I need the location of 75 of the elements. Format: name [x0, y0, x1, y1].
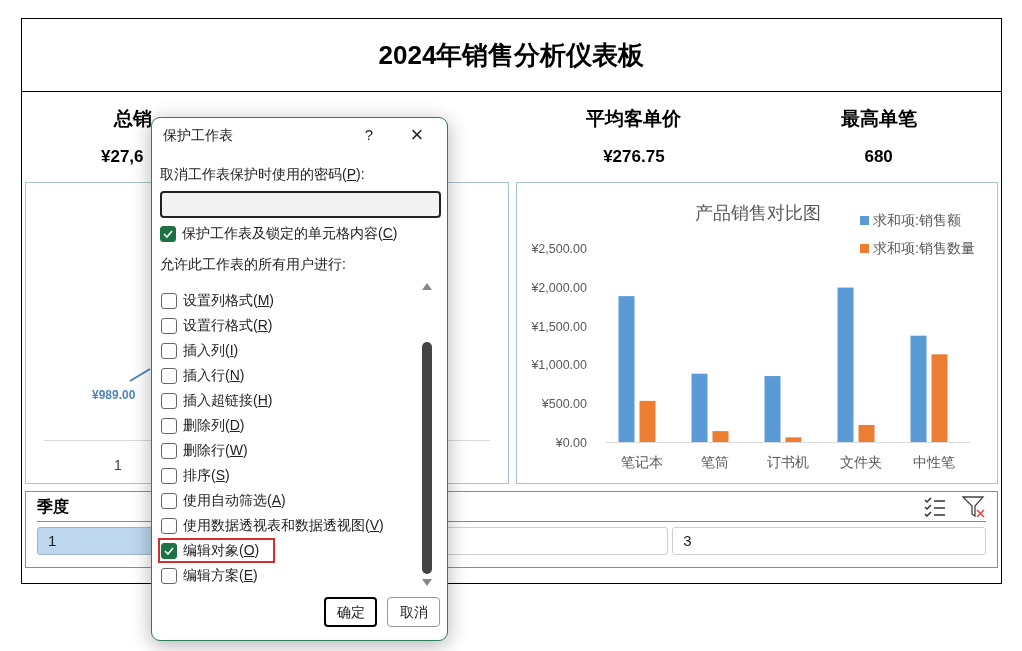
- dialog-title: 保护工作表: [163, 125, 233, 145]
- axis-label: ¥1,000.00: [531, 358, 587, 373]
- checkbox[interactable]: [161, 367, 177, 384]
- bar: [712, 431, 729, 442]
- checkbox-label: 设置列格式(M): [183, 291, 274, 310]
- checkbox[interactable]: [160, 225, 176, 242]
- checkbox-label: 删除列(D): [183, 416, 245, 435]
- chart-line: [129, 368, 151, 382]
- kpi-value: 680: [864, 145, 893, 168]
- checkbox[interactable]: [161, 517, 177, 534]
- legend-label: 求和项:销售数量: [873, 240, 975, 256]
- legend-swatch: [860, 244, 869, 253]
- checkbox-label: 保护工作表及锁定的单元格内容(C): [182, 224, 398, 243]
- axis-label: ¥0.00: [555, 436, 587, 450]
- legend-swatch: [860, 216, 869, 225]
- checkbox-label: 排序(S): [183, 466, 230, 485]
- check-icon: [164, 546, 174, 555]
- bar: [785, 437, 802, 442]
- scroll-thumb[interactable]: [422, 342, 432, 574]
- checkbox[interactable]: [161, 442, 177, 459]
- help-button[interactable]: ?: [357, 123, 381, 147]
- kpi-value: ¥276.75: [603, 145, 665, 168]
- close-button[interactable]: ×: [405, 124, 429, 146]
- dashboard-title: 2024年销售分析仪表板: [378, 38, 645, 72]
- axis-label: ¥1,500.00: [531, 319, 587, 334]
- axis-label: 订书机: [766, 454, 809, 470]
- password-field[interactable]: [160, 191, 441, 218]
- checkbox[interactable]: [161, 417, 177, 434]
- kpi-label: 平均客单价: [586, 107, 682, 131]
- axis-label: 1: [114, 456, 122, 475]
- legend-label: 求和项:销售额: [873, 212, 961, 228]
- checkbox-label: 插入列(I): [183, 341, 239, 360]
- checkbox[interactable]: [161, 342, 177, 359]
- slicer-title: 季度: [37, 496, 69, 517]
- password-label: 取消工作表保护时使用的密码(P):: [160, 165, 366, 184]
- check-icon: [163, 229, 173, 238]
- kpi-label: 总销: [114, 107, 152, 131]
- checkbox-label: 删除行(W): [183, 441, 248, 460]
- kpi-label: 最高单笔: [840, 107, 917, 131]
- permissions-label: 允许此工作表的所有用户进行:: [160, 255, 347, 274]
- checkbox[interactable]: [161, 292, 177, 309]
- axis-label: 文件夹: [839, 454, 882, 470]
- ok-button[interactable]: 确定: [324, 597, 377, 627]
- scroll-up-icon[interactable]: [421, 282, 433, 290]
- checkbox-label: 插入超链接(H): [183, 391, 273, 410]
- data-label: ¥989.00: [92, 387, 136, 404]
- axis-label: ¥2,500.00: [531, 242, 587, 256]
- axis-label: ¥500.00: [541, 397, 587, 412]
- checkbox[interactable]: [161, 492, 177, 509]
- cancel-button[interactable]: 取消: [387, 597, 440, 627]
- axis-label: 中性笔: [912, 454, 955, 470]
- chart-title: 产品销售对比图: [695, 203, 821, 223]
- checkbox[interactable]: [161, 317, 177, 334]
- checkbox-label: 使用数据透视表和数据透视图(V): [183, 516, 384, 535]
- checkbox[interactable]: [161, 542, 177, 559]
- bar: [691, 373, 708, 442]
- clear-filter-icon[interactable]: [962, 495, 986, 518]
- slicer-item[interactable]: 3: [672, 527, 986, 555]
- axis-label: 笔记本: [620, 454, 663, 470]
- checkbox-label: 插入行(N): [183, 366, 245, 385]
- checkbox-label: 设置行格式(R): [183, 316, 273, 335]
- axis-label: ¥2,000.00: [531, 280, 587, 295]
- bar: [858, 424, 875, 442]
- checkbox[interactable]: [161, 392, 177, 409]
- bar: [639, 400, 656, 442]
- checkbox-label: 编辑方案(E): [183, 566, 258, 585]
- multi-select-icon[interactable]: [924, 496, 946, 517]
- scroll-down-icon[interactable]: [421, 579, 433, 587]
- checkbox[interactable]: [161, 467, 177, 484]
- checkbox[interactable]: [161, 567, 177, 584]
- axis-label: 笔筒: [700, 454, 729, 470]
- checkbox-label: 编辑对象(O): [183, 541, 260, 560]
- kpi-value: ¥27,6: [101, 145, 144, 168]
- bar: [764, 376, 781, 442]
- checkbox-label: 使用自动筛选(A): [183, 491, 286, 510]
